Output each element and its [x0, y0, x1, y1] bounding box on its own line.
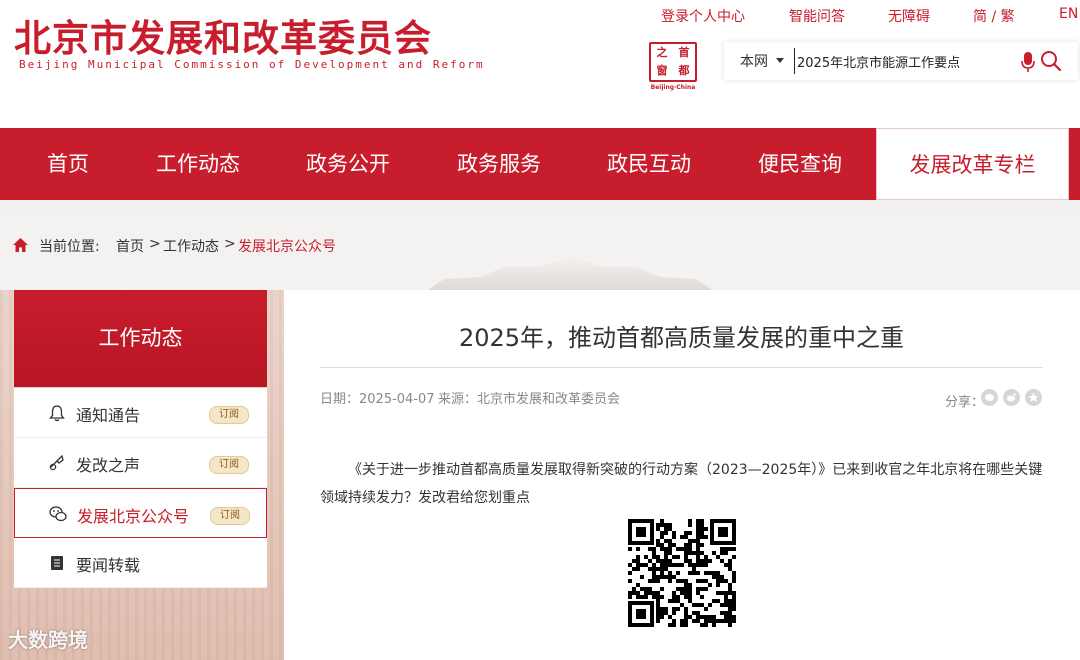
- share-wechat-icon[interactable]: [981, 389, 998, 406]
- nav-public-interaction[interactable]: 政民互动: [597, 128, 701, 200]
- home-icon[interactable]: [12, 237, 29, 253]
- share-label: 分享：: [945, 395, 985, 410]
- share-star-icon[interactable]: [1025, 389, 1042, 406]
- breadcrumb-separator: >: [149, 236, 161, 252]
- microphone-icon[interactable]: [1021, 51, 1035, 73]
- sidebar-item-news-reprint[interactable]: 要闻转载: [14, 538, 267, 588]
- palace-silhouette-background: [420, 257, 720, 295]
- search-box: 本网: [724, 42, 1078, 80]
- subscribe-button[interactable]: 订阅: [209, 406, 249, 424]
- breadcrumb-work-news[interactable]: 工作动态: [163, 236, 219, 256]
- seal-char: 窗: [656, 64, 668, 77]
- sidebar-item-voice[interactable]: 发改之声 订阅: [14, 438, 267, 488]
- top-links: 登录个人中心 智能问答 无障碍 简 / 繁 EN: [640, 6, 1080, 28]
- trumpet-icon: [49, 454, 64, 471]
- main-navigation: 首页 工作动态 政务公开 政务服务 政民互动 便民查询 发展改革专栏: [0, 128, 1080, 200]
- seal-char: 之: [656, 46, 668, 59]
- breadcrumb-label: 当前位置:: [39, 239, 100, 255]
- article-panel: 2025年，推动首都高质量发展的重中之重 日期：2025-04-07 来源：北京…: [284, 290, 1080, 660]
- watermark-logo: 大数跨境: [8, 628, 88, 652]
- site-header: 北京市发展和改革委员会 Beijing Municipal Commission…: [0, 0, 1080, 128]
- nav-government-services[interactable]: 政务服务: [447, 128, 551, 200]
- sidebar-item-label: 通知通告: [76, 406, 141, 425]
- sidebar-item-label: 发展北京公众号: [77, 507, 190, 526]
- bell-icon: [49, 405, 65, 422]
- article-title: 2025年，推动首都高质量发展的重中之重: [458, 324, 905, 352]
- login-link[interactable]: 登录个人中心: [661, 6, 745, 26]
- seal-caption: Beijing·China: [650, 84, 696, 91]
- smart-qa-link[interactable]: 智能问答: [789, 6, 845, 26]
- chevron-down-icon[interactable]: [776, 58, 784, 63]
- breadcrumb-home[interactable]: 首页: [116, 236, 144, 256]
- article-date: 日期：2025-04-07: [320, 392, 435, 407]
- nav-home[interactable]: 首页: [26, 128, 110, 200]
- language-simplified-traditional-link[interactable]: 简 / 繁: [973, 6, 1015, 26]
- nav-reform-column[interactable]: 发展改革专栏: [876, 128, 1069, 200]
- qr-code: [628, 519, 736, 627]
- title-divider: [320, 367, 1043, 368]
- sidebar-item-wechat-account[interactable]: 发展北京公众号 订阅: [14, 488, 267, 538]
- sidebar-title: 工作动态: [14, 290, 267, 387]
- beijing-seal-logo[interactable]: 之 首 窗 都: [649, 42, 697, 82]
- seal-char: 首: [678, 46, 690, 59]
- site-logo-subtitle: Beijing Municipal Commission of Developm…: [19, 58, 485, 71]
- english-link[interactable]: EN: [1059, 6, 1078, 22]
- nav-work-news[interactable]: 工作动态: [146, 128, 250, 200]
- subscribe-button[interactable]: 订阅: [210, 507, 250, 525]
- content-area: 当前位置: 首页 > 工作动态 > 发展北京公众号 工作动态 通知通告 订阅 发…: [0, 200, 1080, 660]
- sidebar: 工作动态 通知通告 订阅 发改之声 订阅 发展北京公众号 订阅 要闻转载: [14, 290, 267, 590]
- seal-char: 都: [678, 64, 690, 77]
- article-body: 《关于进一步推动首都高质量发展取得新突破的行动方案（2023—2025年）》已来…: [320, 462, 1043, 506]
- book-icon: [51, 556, 63, 570]
- search-input[interactable]: [794, 48, 1014, 74]
- sidebar-item-label: 发改之声: [76, 456, 141, 475]
- article-source: 来源：北京市发展和改革委员会: [438, 392, 621, 407]
- nav-government-affairs[interactable]: 政务公开: [296, 128, 400, 200]
- nav-public-query[interactable]: 便民查询: [748, 128, 852, 200]
- sidebar-item-notices[interactable]: 通知通告 订阅: [14, 388, 267, 438]
- share-weibo-icon[interactable]: [1003, 389, 1020, 406]
- accessibility-link[interactable]: 无障碍: [888, 6, 930, 26]
- site-logo-title[interactable]: 北京市发展和改革委员会: [14, 8, 432, 62]
- subscribe-button[interactable]: 订阅: [209, 456, 249, 474]
- search-icon[interactable]: [1040, 50, 1062, 72]
- breadcrumb-separator: >: [224, 236, 236, 252]
- sidebar-item-label: 要闻转载: [76, 556, 141, 575]
- wechat-icon: [49, 506, 67, 522]
- search-scope-select[interactable]: 本网: [740, 51, 768, 71]
- breadcrumb-current[interactable]: 发展北京公众号: [238, 236, 336, 256]
